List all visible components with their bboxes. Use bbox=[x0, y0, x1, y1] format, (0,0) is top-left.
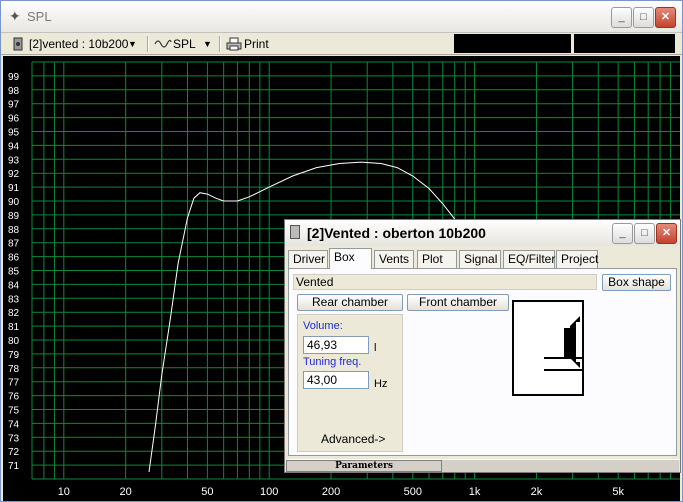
y-tick-label: 97 bbox=[8, 100, 20, 111]
y-tick-label: 86 bbox=[8, 253, 20, 264]
tab-vents[interactable]: Vents bbox=[374, 250, 414, 268]
toolbar-separator bbox=[147, 36, 149, 52]
x-tick-label: 1k bbox=[469, 486, 481, 498]
y-tick-label: 71 bbox=[8, 461, 20, 472]
tuning-unit: Hz bbox=[374, 378, 388, 390]
toolbar-separator bbox=[219, 36, 221, 52]
box-diagram bbox=[512, 300, 584, 396]
dialog-close-button[interactable]: ✕ bbox=[656, 223, 677, 244]
print-button[interactable]: Print bbox=[225, 35, 275, 53]
y-tick-label: 98 bbox=[8, 86, 20, 97]
box-dialog: [2]Vented : oberton 10b200 _ □ ✕ Driver … bbox=[284, 219, 681, 473]
y-tick-label: 82 bbox=[8, 308, 20, 319]
y-tick-label: 88 bbox=[8, 225, 20, 236]
volume-label: Volume: bbox=[303, 320, 343, 332]
minimize-button[interactable]: _ bbox=[611, 7, 632, 28]
box-tab-panel: Vented Box shape Rear chamber Front cham… bbox=[288, 268, 677, 456]
y-tick-label: 76 bbox=[8, 392, 20, 403]
advanced-button[interactable]: Advanced-> bbox=[321, 432, 385, 446]
chevron-down-icon: ▼ bbox=[128, 39, 137, 49]
dialog-title-bar[interactable]: [2]Vented : oberton 10b200 _ □ ✕ bbox=[285, 220, 680, 246]
dialog-minimize-button[interactable]: _ bbox=[612, 223, 633, 244]
box-type-label: Vented bbox=[293, 274, 597, 290]
rear-chamber-button[interactable]: Rear chamber bbox=[297, 294, 403, 311]
tuning-label: Tuning freq. bbox=[303, 356, 362, 368]
y-tick-label: 95 bbox=[8, 128, 20, 139]
x-tick-label: 100 bbox=[260, 486, 278, 498]
mode-dropdown[interactable]: SPL ▼ bbox=[152, 35, 216, 53]
readout-box-2 bbox=[574, 34, 675, 53]
x-tick-label: 50 bbox=[201, 486, 213, 498]
y-tick-label: 80 bbox=[8, 336, 20, 347]
maximize-button[interactable]: □ bbox=[633, 7, 654, 28]
y-tick-label: 78 bbox=[8, 364, 20, 375]
tab-signal[interactable]: Signal bbox=[459, 250, 501, 268]
crosshair-icon: ✦ bbox=[9, 8, 21, 24]
x-tick-label: 500 bbox=[404, 486, 422, 498]
y-tick-label: 75 bbox=[8, 406, 20, 417]
window-title: SPL bbox=[27, 9, 52, 24]
mode-label: SPL bbox=[173, 37, 196, 51]
project-dropdown[interactable]: [2]vented : 10b200 ▼ bbox=[7, 35, 145, 53]
volume-input[interactable]: 46,93 bbox=[303, 336, 369, 354]
y-tick-label: 72 bbox=[8, 447, 20, 458]
dialog-title: [2]Vented : oberton 10b200 bbox=[307, 225, 486, 241]
x-tick-label: 10 bbox=[58, 486, 70, 498]
print-label: Print bbox=[244, 37, 269, 51]
dialog-status-bar: Parameters bbox=[286, 459, 679, 472]
y-tick-label: 89 bbox=[8, 211, 20, 222]
volume-unit: l bbox=[374, 342, 377, 354]
y-tick-label: 79 bbox=[8, 350, 20, 361]
box-shape-button[interactable]: Box shape bbox=[602, 274, 671, 291]
close-button[interactable]: ✕ bbox=[655, 7, 676, 28]
y-tick-label: 81 bbox=[8, 322, 20, 333]
y-tick-label: 99 bbox=[8, 72, 20, 83]
y-tick-label: 90 bbox=[8, 197, 20, 208]
y-tick-label: 85 bbox=[8, 267, 20, 278]
project-label: [2]vented : 10b200 bbox=[29, 37, 129, 51]
rear-chamber-group: Volume: 46,93 l Tuning freq. 43,00 Hz Ad… bbox=[297, 314, 403, 452]
readout-box-1 bbox=[454, 34, 571, 53]
y-tick-label: 77 bbox=[8, 378, 20, 389]
y-tick-label: 92 bbox=[8, 169, 20, 180]
spl-window: ✦ SPL _ □ ✕ [2]vented : 10b200 ▼ SPL ▼ P… bbox=[0, 0, 683, 502]
sine-wave-icon bbox=[154, 39, 172, 48]
y-tick-label: 93 bbox=[8, 155, 20, 166]
title-bar[interactable]: ✦ SPL _ □ ✕ bbox=[1, 1, 682, 33]
y-tick-label: 94 bbox=[8, 141, 20, 152]
y-tick-label: 87 bbox=[8, 239, 20, 250]
x-tick-label: 200 bbox=[322, 486, 340, 498]
speaker-icon bbox=[13, 37, 23, 51]
speaker-box-icon bbox=[544, 316, 582, 371]
tab-box[interactable]: Box bbox=[329, 248, 372, 269]
chevron-down-icon: ▼ bbox=[203, 39, 212, 49]
x-tick-label: 5k bbox=[612, 486, 624, 498]
front-chamber-button[interactable]: Front chamber bbox=[407, 294, 509, 311]
tab-eq-filter[interactable]: EQ/Filter bbox=[503, 250, 555, 268]
y-tick-label: 73 bbox=[8, 433, 20, 444]
tab-project[interactable]: Project bbox=[556, 250, 598, 268]
tuning-input[interactable]: 43,00 bbox=[303, 371, 369, 389]
tab-driver[interactable]: Driver bbox=[288, 250, 328, 268]
parameters-panel[interactable]: Parameters bbox=[286, 460, 442, 472]
y-tick-label: 83 bbox=[8, 294, 20, 305]
y-tick-label: 91 bbox=[8, 183, 20, 194]
y-tick-label: 84 bbox=[8, 280, 20, 291]
dialog-maximize-button[interactable]: □ bbox=[634, 223, 655, 244]
x-tick-label: 20 bbox=[120, 486, 132, 498]
printer-icon bbox=[226, 37, 242, 51]
tab-plot[interactable]: Plot bbox=[417, 250, 457, 268]
x-tick-label: 2k bbox=[531, 486, 543, 498]
y-tick-label: 74 bbox=[8, 419, 20, 430]
toolbar: [2]vented : 10b200 ▼ SPL ▼ Print bbox=[1, 33, 682, 55]
y-tick-label: 96 bbox=[8, 114, 20, 125]
speaker-icon bbox=[290, 225, 300, 239]
